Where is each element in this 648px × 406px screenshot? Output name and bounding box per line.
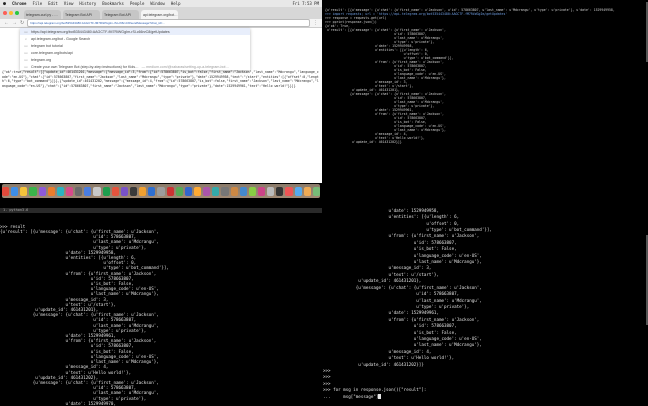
menu-history[interactable]: History [79,1,96,6]
menu-bar: ● Chrome File Edit View History Bookmark… [0,0,322,7]
browser-tab[interactable]: Telegram Bot API [63,10,100,19]
dock-app-icon[interactable] [312,186,320,196]
terminal-output: >>> result {u'result': [{u'message': {u'c… [0,224,322,406]
forward-arrow-icon[interactable]: → [12,20,17,26]
dock-app-icon[interactable] [193,186,202,196]
page-icon: ▭ [24,29,28,34]
suggestion-text: https://api.telegram.org/bot535443480:AA… [31,29,170,34]
dock-app-icon[interactable] [84,186,92,196]
dock [2,184,320,198]
url-suggestion[interactable]: ▭ core.telegram.org/bots/api [20,49,250,56]
terminal-output: {u'result': [{u'message': {u'chat': {u'f… [325,8,648,144]
dock-app-icon[interactable] [93,186,101,196]
close-window-icon[interactable] [3,11,7,15]
dock-app-icon[interactable] [212,186,220,196]
terminal-bottom-right[interactable]: u'date': 1529949958, u'entities': [{u'le… [323,195,648,406]
browser-tab-active[interactable]: api.telegram.org/bot… [141,10,178,19]
address-bar: ← → ↻ https://api.telegram.org/bot535443… [0,19,322,28]
dock-app-icon[interactable] [111,186,119,196]
dock-app-icon[interactable] [257,186,266,196]
suggestion-text: core.telegram.org/bots/api [31,50,73,55]
suggestion-text: Create your own Telegram Bot (step-by-st… [31,64,139,69]
terminal-title: 1. python3.6 [0,208,322,214]
url-suggestion[interactable]: ▭ https://api.telegram.org/bot535443480:A… [20,28,250,35]
page-icon: ▭ [24,43,28,48]
page-icon: ▭ [24,64,28,69]
terminal-left[interactable]: 1. python3.6 >>> result {u'result': [{u'm… [0,198,322,406]
dock-app-icon[interactable] [267,186,275,196]
dock-app-icon[interactable] [20,186,28,196]
dock-app-icon[interactable] [230,186,238,196]
dock-app-icon[interactable] [102,186,110,196]
text-cursor [378,393,381,399]
dock-app-icon[interactable] [203,186,211,196]
dock-app-icon[interactable] [66,186,74,196]
dock-app-icon[interactable] [120,186,128,196]
terminal-output: u'date': 1529949958, u'entities': [{u'le… [323,208,648,400]
dock-app-icon[interactable] [166,186,174,196]
dock-app-icon[interactable] [285,186,293,196]
dock-app-icon[interactable] [29,186,37,196]
suggestion-text: telegram.org [31,57,52,62]
dock-app-icon[interactable] [11,186,19,196]
dock-app-icon[interactable] [184,186,192,196]
dock-app-icon[interactable] [157,186,165,196]
dock-app-icon[interactable] [276,186,284,196]
menu-people[interactable]: People [130,1,144,6]
reload-icon[interactable]: ↻ [20,20,24,26]
menu-clock: Fri 7:53 PM [292,1,320,6]
menu-bookmarks[interactable]: Bookmarks [102,1,124,6]
url-suggestion[interactable]: ⌕ api.telegram.org/bot - Google Search [20,35,250,42]
dock-app-icon[interactable] [139,186,147,196]
minimize-window-icon[interactable] [9,11,13,15]
json-response-body: {"ok":true,"result":[{"update_id":461431… [2,70,319,88]
terminal-line: ... msg["message"] [323,393,648,400]
page-icon: ▭ [24,50,28,55]
browser-tab[interactable]: Telegram Bot API [102,10,139,19]
dock-app-icon[interactable] [38,186,46,196]
suggestion-text: telegram bot tutorial [31,43,63,48]
url-suggestion[interactable]: ▭ telegram.org [20,56,250,63]
dock-app-icon[interactable] [221,186,229,196]
dock-app-icon[interactable] [75,186,83,196]
browser-tab[interactable]: telegram-curl.py - … [24,10,61,19]
maximize-window-icon[interactable] [15,11,19,15]
browser-window: telegram-curl.py - … Telegram Bot API Te… [0,7,322,183]
apple-menu-icon[interactable]: ● [3,1,6,7]
menu-view[interactable]: View [64,1,74,6]
suggestion-hint: — medium.com/@xabaras/setting-up-a-teleg… [141,64,230,69]
url-input[interactable]: https://api.telegram.org/bot535443480:AA… [27,19,310,27]
url-suggestion[interactable]: ▭ telegram bot tutorial [20,42,250,49]
menu-help[interactable]: Help [171,1,181,6]
dock-app-icon[interactable] [248,186,256,196]
dock-app-icon[interactable] [148,186,156,196]
menu-file[interactable]: File [32,1,42,6]
window-controls [3,11,19,15]
back-arrow-icon[interactable]: ← [4,20,9,26]
url-suggestion[interactable]: ▭ Create your own Telegram Bot (step-by-s… [20,63,250,70]
dock-app-icon[interactable] [130,186,138,196]
dock-app-icon[interactable] [47,186,55,196]
tab-bar: telegram-curl.py - … Telegram Bot API Te… [0,7,322,19]
dock-app-icon[interactable] [303,186,311,196]
suggestion-text: api.telegram.org/bot - Google Search [31,36,91,41]
dock-app-icon[interactable] [294,186,302,196]
terminal-line: u'update_id': 461431202}]} [325,140,402,144]
dock-app-icon[interactable] [175,186,183,196]
dock-app-icon[interactable] [56,186,65,196]
menu-edit[interactable]: Edit [48,1,58,6]
terminal-top-right[interactable]: {u'result': [{u'message': {u'chat': {u'f… [325,0,648,195]
menu-window[interactable]: Window [150,1,164,6]
dock-app-icon[interactable] [239,186,247,196]
url-suggestions: ▭ https://api.telegram.org/bot535443480:A… [20,28,250,70]
search-icon: ⌕ [24,36,27,41]
menu-app[interactable]: Chrome [12,1,26,6]
menu-dots-icon[interactable]: ⋮ [313,20,318,26]
dock-app-icon[interactable] [2,186,10,196]
page-icon: ▭ [24,57,28,62]
